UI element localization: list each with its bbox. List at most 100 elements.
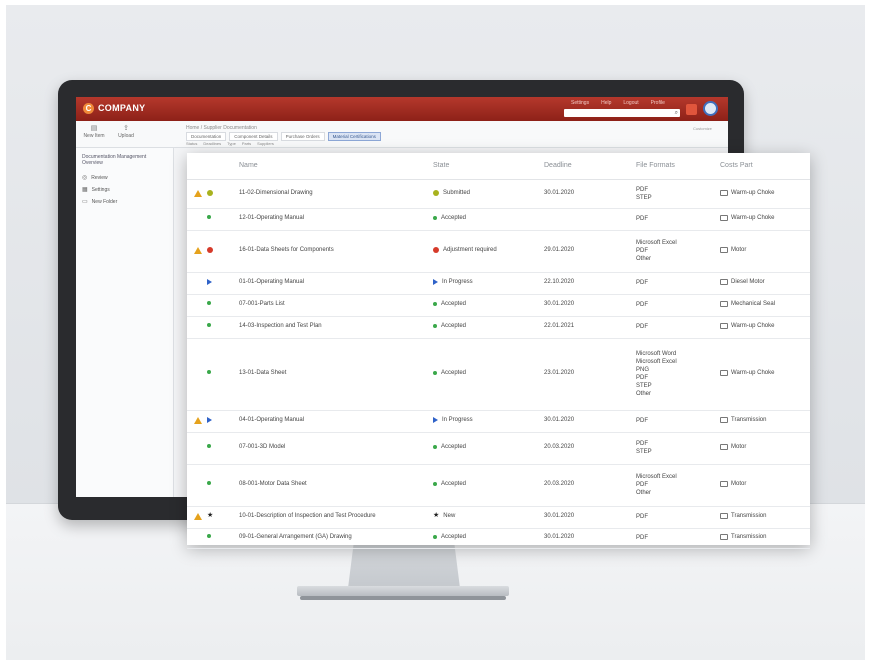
deadline: 30.01.2020 (544, 513, 575, 519)
column-header-file-formats[interactable]: File Formats (636, 162, 675, 169)
costs-part: Warm-up Choke (720, 215, 774, 221)
status-badge: Accepted (433, 370, 466, 376)
warning-icon (194, 513, 202, 522)
search-icon[interactable]: ⌕ (675, 109, 678, 117)
costs-part-label[interactable]: Warm-up Choke (731, 190, 774, 196)
status-label: Accepted (441, 215, 467, 221)
sidebar-item-settings[interactable]: ▦ Settings (82, 186, 110, 194)
folder-icon (720, 301, 728, 307)
status-badge: Accepted (433, 323, 466, 329)
table-row[interactable]: 11-02-Dimensional Drawing 30.01.2020 Submi… (187, 180, 810, 209)
file-formats: PDF (636, 534, 648, 542)
costs-part: Mechanical Seal (720, 301, 775, 307)
table-row[interactable]: 16-01-Data Sheets for Components 29.01.20… (187, 230, 810, 273)
sidebar-item-new-folder[interactable]: ▭ New Folder (82, 198, 117, 206)
status-label: In Progress (442, 279, 473, 285)
table-row[interactable]: 07-001-Parts List 30.01.2020 Accepted PDF Me… (187, 294, 810, 317)
costs-part-label[interactable]: Mechanical Seal (731, 301, 775, 307)
file-format: STEP (636, 449, 652, 455)
column-header-deadline[interactable]: Deadline (544, 162, 572, 169)
filter-bar: Status Deadlines Type Parts Suppliers (186, 141, 274, 146)
document-name: 11-02-Dimensional Drawing (239, 190, 313, 196)
file-formats: Microsoft Excel PDF Other (636, 473, 677, 497)
filter-type[interactable]: Type (227, 141, 236, 146)
file-format: PDF (636, 418, 648, 424)
costs-part-label[interactable]: Motor (731, 444, 746, 450)
app-header: C COMPANY Settings Help Logout Profile ⌕ (76, 97, 728, 121)
header-link[interactable]: Help (601, 100, 611, 106)
header-link[interactable]: Settings (571, 100, 589, 106)
monitor-base-shadow (300, 596, 506, 600)
file-format: STEP (636, 195, 652, 201)
file-format: Other (636, 256, 652, 262)
costs-part-label[interactable]: Transmission (731, 417, 766, 423)
filter-suppliers[interactable]: Suppliers (257, 141, 274, 146)
header-link[interactable]: Logout (623, 100, 638, 106)
costs-part: Warm-up Choke (720, 323, 774, 329)
table-row[interactable]: 08-001-Motor Data Sheet 20.03.2020 Accepte… (187, 464, 810, 507)
file-format: Microsoft Excel (636, 240, 677, 246)
folder-icon (720, 513, 728, 519)
status-dot-icon (207, 370, 211, 376)
status-badge: ★ New (433, 512, 456, 519)
costs-part: Diesel Motor (720, 279, 765, 285)
tab-purchase-orders[interactable]: Purchase Orders (280, 132, 325, 141)
file-format: PDF (636, 441, 648, 447)
file-format: PDF (636, 187, 648, 193)
costs-part-label[interactable]: Motor (731, 247, 746, 253)
table-row[interactable]: 01-01-Operating Manual 22.10.2020 In Progr… (187, 272, 810, 295)
status-dot-icon (207, 481, 211, 487)
table-row[interactable]: 12-01-Operating Manual Accepted PDF Warm-up… (187, 208, 810, 231)
table-row[interactable]: 07-001-3D Model 20.03.2020 Accepted PDF STEP… (187, 432, 810, 465)
table-row[interactable]: ★ 10-01-Description of Inspection and Tes… (187, 506, 810, 529)
file-formats: PDF (636, 215, 648, 223)
deadline: 23.01.2020 (544, 370, 575, 376)
table-row[interactable]: 14-03-Inspection and Test Plan 22.01.2021… (187, 316, 810, 339)
costs-part-label[interactable]: Warm-up Choke (731, 215, 774, 221)
costs-part-label[interactable]: Warm-up Choke (731, 370, 774, 376)
costs-part-label[interactable]: Transmission (731, 534, 766, 540)
table-row[interactable]: 04-01-Operating Manual 30.01.2020 In Progr… (187, 410, 810, 433)
costs-part-label[interactable]: Transmission (731, 513, 766, 519)
new-item-button[interactable]: ▤ New Item (82, 125, 106, 139)
tab-documentation[interactable]: Documentation (186, 132, 227, 141)
header-links: Settings Help Logout Profile (571, 100, 665, 106)
folder-icon (720, 247, 728, 253)
breadcrumb[interactable]: Home / Supplier Documentation (186, 125, 257, 131)
customize-link[interactable]: Customize (693, 126, 712, 131)
file-format: Microsoft Excel (636, 359, 677, 365)
upload-button[interactable]: ⇪ Upload (114, 125, 138, 139)
status-label: Accepted (441, 481, 467, 487)
document-name: 04-01-Operating Manual (239, 417, 305, 423)
file-formats: PDF STEP (636, 186, 652, 202)
column-header-costs-part[interactable]: Costs Part (720, 162, 753, 169)
notifications-button[interactable] (686, 104, 697, 115)
filter-status[interactable]: Status (186, 141, 197, 146)
costs-part-label[interactable]: Warm-up Choke (731, 323, 774, 329)
status-dot-icon (207, 301, 211, 307)
avatar[interactable] (703, 101, 718, 116)
sidebar-item-review[interactable]: ◎ Review (82, 174, 108, 182)
status-label: In Progress (442, 417, 473, 423)
costs-part: Warm-up Choke (720, 190, 774, 196)
status-badge: Submitted (433, 190, 470, 196)
costs-part-label[interactable]: Motor (731, 481, 746, 487)
table-row[interactable]: 09-01-General Arrangement (GA) Drawing 30… (187, 528, 810, 549)
header-link[interactable]: Profile (651, 100, 665, 106)
search-input[interactable]: ⌕ (564, 109, 680, 117)
column-header-state[interactable]: State (433, 162, 449, 169)
filter-parts[interactable]: Parts (242, 141, 251, 146)
status-badge: Adjustment required (433, 247, 497, 253)
status-label: Submitted (443, 190, 471, 196)
folder-icon (720, 481, 728, 487)
table-row[interactable]: 13-01-Data Sheet 23.01.2020 Accepted Micros… (187, 338, 810, 411)
tab-material-certifications[interactable]: Material Certifications (327, 132, 381, 141)
file-format: STEP (636, 383, 652, 389)
company-logo-text: COMPANY (98, 103, 146, 113)
filter-deadlines[interactable]: Deadlines (203, 141, 221, 146)
file-formats: Microsoft Excel PDF Other (636, 239, 677, 263)
costs-part-label[interactable]: Diesel Motor (731, 279, 765, 285)
sidebar: Documentation Management Overview ◎ Revi… (76, 148, 174, 497)
tab-component-details[interactable]: Component Details (229, 132, 278, 141)
column-header-name[interactable]: Name (239, 162, 258, 169)
